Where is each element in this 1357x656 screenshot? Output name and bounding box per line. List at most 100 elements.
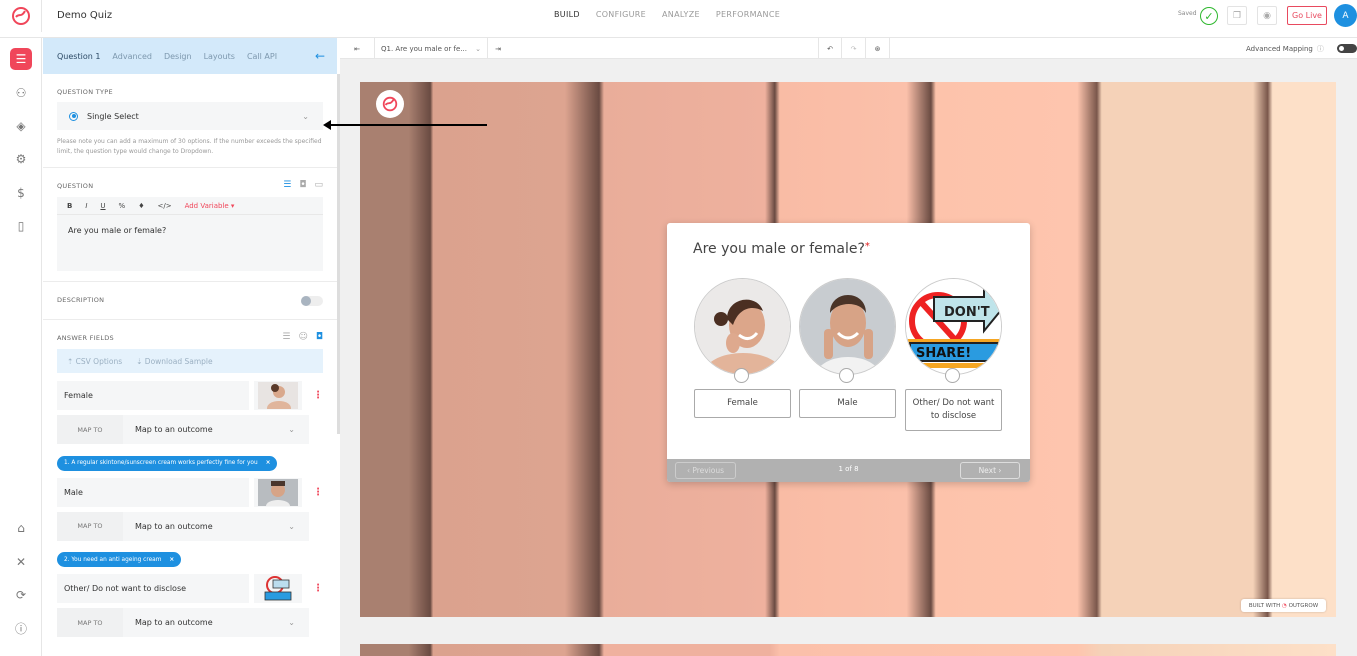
option-image-female (694, 278, 791, 375)
mobile-icon[interactable]: ▯ (10, 215, 32, 237)
answer-image-female[interactable] (254, 381, 302, 410)
chevron-down-icon: ⌄ (302, 111, 309, 121)
accessibility-icon: ⊛ (874, 44, 881, 53)
add-variable-button[interactable]: Add Variable ▾ (185, 202, 235, 210)
preview-button[interactable]: ◉ (1257, 6, 1277, 25)
option-radio[interactable] (734, 368, 749, 383)
map-to-label: MAP TO (57, 415, 123, 444)
tag-icon[interactable]: ⌂ (10, 517, 32, 539)
nav-tab-build[interactable]: BUILD (554, 10, 580, 19)
preview-stage: Are you male or female?* Female Male DON… (360, 82, 1336, 617)
built-with-label: BUILT WITH (1248, 602, 1281, 609)
question-dropdown-value: Q1. Are you male or fe... (381, 44, 467, 53)
built-with-badge[interactable]: BUILT WITH ◔ OUTGROW (1241, 599, 1326, 612)
outcome-chip: 2. You need an anti ageing cream × (57, 552, 182, 567)
repeat-icon[interactable]: ⟳ (10, 584, 32, 606)
camera-icon[interactable]: ◘ (316, 332, 323, 342)
nav-tab-configure[interactable]: CONFIGURE (596, 10, 646, 19)
option-radio[interactable] (839, 368, 854, 383)
dollar-screen-icon[interactable]: $ (10, 182, 32, 204)
smiley-icon[interactable]: ☺ (298, 332, 307, 342)
gear-icon[interactable]: ⚙ (10, 148, 32, 170)
nav-tab-analyze[interactable]: ANALYZE (662, 10, 700, 19)
duplicate-button[interactable]: ❐ (1227, 6, 1247, 25)
brand-label: OUTGROW (1288, 602, 1319, 609)
nav-tab-performance[interactable]: PERFORMANCE (716, 10, 780, 19)
more-vertical-icon[interactable]: ⋮ (313, 583, 323, 594)
rich-text-toolbar: B I U % ♦ </> Add Variable ▾ (57, 197, 323, 215)
answer-input[interactable]: Other/ Do not want to disclose (57, 574, 250, 603)
outgrow-logo[interactable] (0, 0, 42, 32)
answer-image-other[interactable] (254, 574, 302, 603)
text-lines-icon[interactable]: ☰ (283, 180, 291, 190)
video-icon[interactable]: ▭ (314, 180, 323, 190)
next-button[interactable]: Next › (960, 462, 1020, 479)
question-text-input[interactable]: Are you male or female? (57, 215, 323, 271)
option-radio[interactable] (945, 368, 960, 383)
answer-input[interactable]: Male (57, 477, 250, 507)
code-button[interactable]: </> (157, 202, 171, 210)
paint-bucket-icon[interactable]: ◈ (10, 115, 32, 137)
tab-layouts[interactable]: Layouts (204, 52, 235, 61)
question-dropdown[interactable]: Q1. Are you male or fe... ⌄ (375, 38, 488, 59)
man-photo-icon (258, 478, 299, 506)
advanced-mapping-label: Advanced Mapping (1246, 44, 1313, 53)
tab-advanced[interactable]: Advanced (112, 52, 152, 61)
undo-icon: ↶ (827, 44, 833, 53)
annotation-arrow (323, 120, 487, 130)
link-button[interactable]: % (119, 202, 126, 210)
italic-button[interactable]: I (85, 202, 87, 210)
underline-button[interactable]: U (100, 202, 105, 210)
map-outcome-value: Map to an outcome (135, 521, 213, 531)
user-icon[interactable]: ⚇ (10, 82, 32, 104)
tools-icon[interactable]: ✕ (10, 551, 32, 573)
avatar[interactable]: A (1334, 4, 1357, 27)
bold-button[interactable]: B (67, 202, 72, 210)
csv-options-button[interactable]: ⇡ CSV Options (67, 357, 122, 366)
map-outcome-select[interactable]: Map to an outcome ⌄ (123, 608, 309, 637)
undo-button[interactable]: ↶ (818, 38, 842, 59)
answer-image-male[interactable] (254, 477, 302, 507)
accessibility-button[interactable]: ⊛ (866, 38, 890, 59)
map-outcome-select[interactable]: Map to an outcome ⌄ (123, 511, 309, 541)
help-icon[interactable]: ⓘ (10, 617, 32, 639)
question-type-section: QUESTION TYPE Single Select ⌄ Please not… (43, 74, 337, 168)
option-other[interactable]: DON'T SHARE! Other/ Do not want to disclo… (905, 278, 1002, 431)
go-live-button[interactable]: Go Live (1287, 6, 1327, 25)
redo-button[interactable]: ↷ (842, 38, 866, 59)
svg-text:SHARE!: SHARE! (916, 346, 971, 361)
camera-icon[interactable]: ◘ (299, 180, 306, 190)
map-to-row: MAP TO Map to an outcome ⌄ (57, 511, 309, 541)
advanced-mapping-toggle[interactable] (1337, 44, 1357, 53)
download-sample-button[interactable]: ⇣ Download Sample (136, 357, 212, 366)
question-type-select[interactable]: Single Select ⌄ (57, 102, 323, 130)
tab-question-1[interactable]: Question 1 (57, 52, 100, 61)
more-vertical-icon[interactable]: ⋮ (313, 390, 323, 401)
copy-icon: ❐ (1232, 10, 1242, 21)
tab-call-api[interactable]: Call API (247, 52, 277, 61)
arrow-left-icon[interactable]: ← (315, 49, 325, 63)
build-icon[interactable]: ☰ (10, 48, 32, 70)
answer-row: Other/ Do not want to disclose ⋮ (57, 574, 323, 603)
close-icon[interactable]: × (169, 557, 174, 563)
chevron-down-icon: ⌄ (288, 521, 295, 531)
color-button[interactable]: ♦ (138, 202, 144, 210)
tab-design[interactable]: Design (164, 52, 192, 61)
last-question-button[interactable]: ⇥ (488, 38, 508, 59)
chevron-down-icon: ⌄ (288, 618, 295, 627)
first-question-button[interactable]: ⇤ (340, 38, 375, 59)
map-to-label: MAP TO (57, 608, 123, 637)
answer-list: Female ⋮ MAP TO Map to an outcome ⌄ 1. A … (43, 373, 337, 650)
question-panel: Question 1 Advanced Design Layouts Call … (43, 38, 337, 656)
answer-input[interactable]: Female (57, 381, 250, 410)
question-type-note: Please note you can add a maximum of 30 … (57, 138, 322, 155)
description-label: DESCRIPTION (57, 296, 105, 304)
close-icon[interactable]: × (266, 460, 271, 466)
option-label: Other/ Do not want to disclose (905, 389, 1002, 431)
list-icon[interactable]: ☰ (282, 332, 290, 342)
map-outcome-select[interactable]: Map to an outcome ⌄ (123, 415, 309, 444)
option-female[interactable]: Female (694, 278, 791, 418)
option-male[interactable]: Male (799, 278, 896, 418)
description-toggle[interactable] (301, 296, 323, 306)
more-vertical-icon[interactable]: ⋮ (313, 487, 323, 498)
